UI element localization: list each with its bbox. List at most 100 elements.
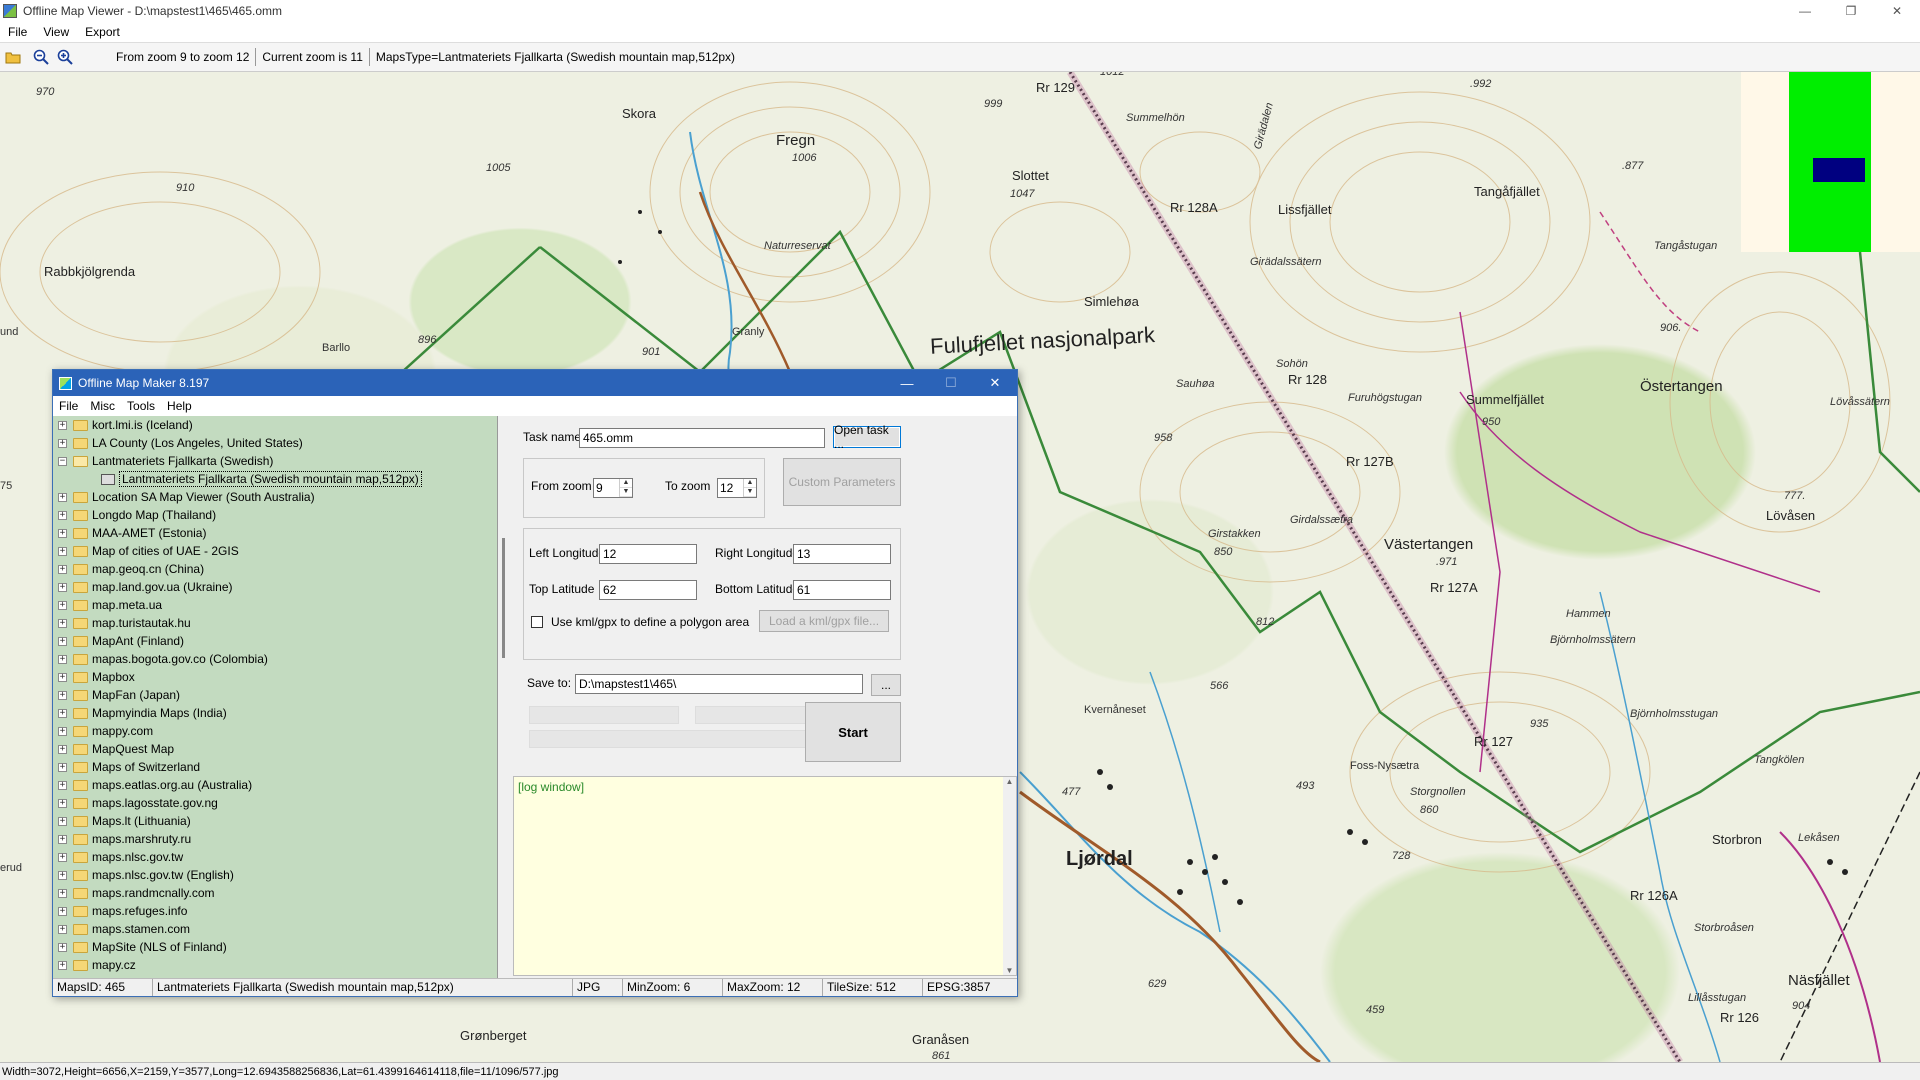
minimize-button[interactable]: — — [1782, 0, 1828, 22]
tree-item[interactable]: + maps.nlsc.gov.tw (English) — [53, 866, 497, 884]
tree-scrollbar[interactable] — [498, 416, 511, 978]
left-longitude-input[interactable]: 12 — [599, 544, 697, 564]
menu-view[interactable]: View — [35, 25, 77, 39]
tree-item[interactable]: + mappy.com — [53, 722, 497, 740]
expand-icon[interactable]: + — [58, 420, 67, 430]
expand-icon[interactable]: + — [58, 600, 67, 610]
tree-item[interactable]: + MapAnt (Finland) — [53, 632, 497, 650]
start-button[interactable]: Start — [805, 702, 901, 762]
tree-item[interactable]: + Location SA Map Viewer (South Australia… — [53, 488, 497, 506]
expand-icon[interactable]: + — [58, 546, 67, 556]
tree-item[interactable]: + Mapbox — [53, 668, 497, 686]
right-longitude-input[interactable]: 13 — [793, 544, 891, 564]
tree-scrollbar-thumb[interactable] — [502, 538, 505, 658]
top-latitude-input[interactable]: 62 — [599, 580, 697, 600]
dialog-titlebar[interactable]: Offline Map Maker 8.197 — ☐ ✕ — [53, 370, 1017, 396]
task-name-input[interactable]: 465.omm — [579, 428, 825, 448]
expand-icon[interactable]: + — [58, 852, 67, 862]
expand-icon[interactable]: + — [58, 654, 67, 664]
overview-viewport-indicator[interactable] — [1813, 158, 1865, 182]
tree-item[interactable]: + Maps.lt (Lithuania) — [53, 812, 497, 830]
collapse-icon[interactable]: − — [58, 456, 67, 466]
expand-icon[interactable]: + — [58, 870, 67, 880]
use-kml-checkbox[interactable] — [531, 616, 543, 628]
maximize-button[interactable]: ❐ — [1828, 0, 1874, 22]
tree-item[interactable]: + kort.lmi.is (Iceland) — [53, 416, 497, 434]
from-zoom-spin-arrows[interactable]: ▲ ▼ — [619, 479, 632, 497]
expand-icon[interactable]: + — [58, 780, 67, 790]
expand-icon[interactable]: + — [58, 762, 67, 772]
expand-icon[interactable]: + — [58, 924, 67, 934]
log-scroll-down-icon[interactable]: ▼ — [1003, 966, 1016, 975]
tree-item-selected[interactable]: Lantmateriets Fjallkarta (Swedish mounta… — [53, 470, 497, 488]
expand-icon[interactable]: + — [58, 906, 67, 916]
tree-item[interactable]: + Mapmyindia Maps (India) — [53, 704, 497, 722]
overview-minimap[interactable] — [1741, 72, 1920, 252]
log-scroll-up-icon[interactable]: ▲ — [1003, 777, 1016, 786]
tree-item[interactable]: + maps.nlsc.gov.tw — [53, 848, 497, 866]
expand-icon[interactable]: + — [58, 492, 67, 502]
expand-icon[interactable]: + — [58, 582, 67, 592]
expand-icon[interactable]: + — [58, 510, 67, 520]
browse-folder-button[interactable]: ... — [871, 674, 901, 696]
dialog-menu-tools[interactable]: Tools — [121, 399, 161, 413]
save-to-input[interactable]: D:\mapstest1\465\ — [575, 674, 863, 694]
tree-item[interactable]: + mapy.cz — [53, 956, 497, 974]
map-source-tree[interactable]: + kort.lmi.is (Iceland) + LA County (Los An… — [53, 416, 498, 978]
tree-item[interactable]: − Lantmateriets Fjallkarta (Swedish) — [53, 452, 497, 470]
expand-icon[interactable]: + — [58, 672, 67, 682]
expand-icon[interactable]: + — [58, 816, 67, 826]
expand-icon[interactable]: + — [58, 834, 67, 844]
tree-item[interactable]: + Map of cities of UAE - 2GIS — [53, 542, 497, 560]
bottom-latitude-input[interactable]: 61 — [793, 580, 891, 600]
expand-icon[interactable]: + — [58, 726, 67, 736]
dialog-minimize-button[interactable]: — — [885, 370, 929, 396]
tree-item[interactable]: + MapSite (NLS of Finland) — [53, 938, 497, 956]
expand-icon[interactable]: + — [58, 636, 67, 646]
from-zoom-spinner[interactable]: 9 ▲ ▼ — [593, 478, 633, 498]
tree-item[interactable]: + map.geoq.cn (China) — [53, 560, 497, 578]
dialog-close-button[interactable]: ✕ — [973, 370, 1017, 396]
zoom-out-icon[interactable] — [30, 46, 52, 68]
menu-export[interactable]: Export — [77, 25, 128, 39]
dialog-maximize-button[interactable]: ☐ — [929, 370, 973, 396]
expand-icon[interactable]: + — [58, 618, 67, 628]
expand-icon[interactable]: + — [58, 708, 67, 718]
tree-item[interactable]: + LA County (Los Angeles, United States) — [53, 434, 497, 452]
tree-item[interactable]: + MapQuest Map — [53, 740, 497, 758]
menu-file[interactable]: File — [0, 25, 35, 39]
close-button[interactable]: ✕ — [1874, 0, 1920, 22]
expand-icon[interactable]: + — [58, 798, 67, 808]
tree-item[interactable]: + maps.marshruty.ru — [53, 830, 497, 848]
to-zoom-spinner[interactable]: 12 ▲ ▼ — [717, 478, 757, 498]
expand-icon[interactable]: + — [58, 528, 67, 538]
expand-icon[interactable]: + — [58, 942, 67, 952]
log-scrollbar[interactable]: ▲ ▼ — [1003, 777, 1016, 975]
expand-icon[interactable]: + — [58, 564, 67, 574]
expand-icon[interactable]: + — [58, 888, 67, 898]
open-task-button[interactable]: Open task ... — [833, 423, 901, 451]
load-kml-button[interactable]: Load a kml/gpx file... — [759, 610, 889, 632]
tree-item[interactable]: + mapas.bogota.gov.co (Colombia) — [53, 650, 497, 668]
tree-item[interactable]: + maps.randmcnally.com — [53, 884, 497, 902]
tree-item[interactable]: + map.turistautak.hu — [53, 614, 497, 632]
expand-icon[interactable]: + — [58, 438, 67, 448]
tree-item[interactable]: + MapFan (Japan) — [53, 686, 497, 704]
tree-item[interactable]: + maps.stamen.com — [53, 920, 497, 938]
expand-icon[interactable]: + — [58, 744, 67, 754]
tree-item[interactable]: + maps.lagosstate.gov.ng — [53, 794, 497, 812]
open-folder-icon[interactable] — [2, 46, 24, 68]
zoom-in-icon[interactable] — [54, 46, 76, 68]
tree-item[interactable]: + map.land.gov.ua (Ukraine) — [53, 578, 497, 596]
tree-item[interactable]: + map.meta.ua — [53, 596, 497, 614]
dialog-menu-misc[interactable]: Misc — [84, 399, 121, 413]
log-window[interactable]: [log window] ▲ ▼ — [513, 776, 1017, 976]
custom-parameters-button[interactable]: Custom Parameters — [783, 458, 901, 506]
tree-item[interactable]: + maps.refuges.info — [53, 902, 497, 920]
tree-item[interactable]: + Longdo Map (Thailand) — [53, 506, 497, 524]
expand-icon[interactable]: + — [58, 960, 67, 970]
dialog-menu-file[interactable]: File — [53, 399, 84, 413]
tree-item[interactable]: + MAA-AMET (Estonia) — [53, 524, 497, 542]
dialog-menu-help[interactable]: Help — [161, 399, 198, 413]
expand-icon[interactable]: + — [58, 690, 67, 700]
